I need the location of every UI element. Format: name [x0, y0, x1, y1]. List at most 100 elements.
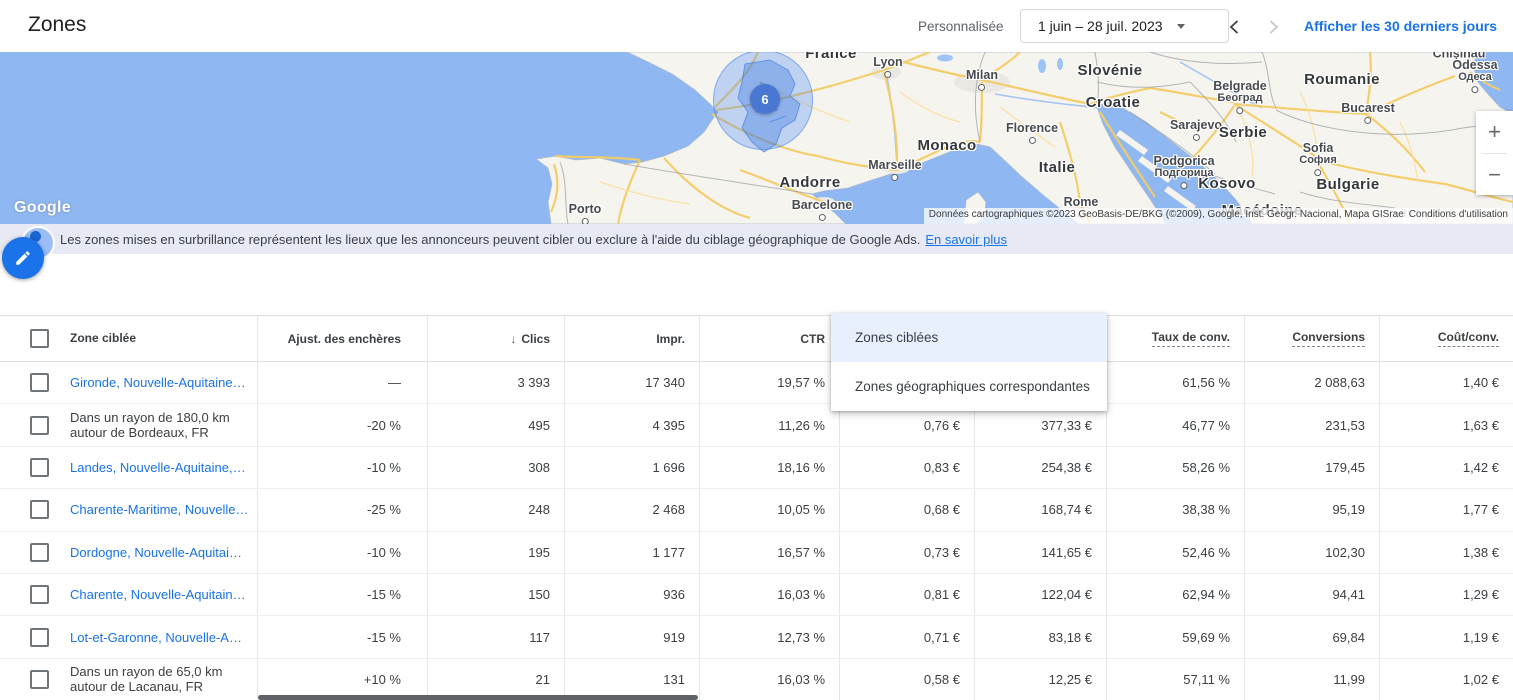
row-checkbox-cell [0, 362, 60, 403]
row-checkbox-cell [0, 489, 60, 530]
row-checkbox-cell [0, 659, 60, 700]
info-banner: Les zones mises en surbrillance représen… [0, 224, 1513, 254]
cell-conv: 95,19 [1245, 489, 1380, 531]
table-row: Landes, Nouvelle-Aquitaine, France -10 %3… [0, 446, 1513, 490]
zone-link[interactable]: Lot-et-Garonne, Nouvelle-Aquitaine,... [70, 630, 249, 645]
cell-cout: 122,04 € [975, 573, 1107, 616]
date-range-type-label: Personnalisée [918, 19, 1004, 34]
map-zoom-control: + − [1476, 111, 1513, 195]
dropdown-item-matching-zones[interactable]: Zones géographiques correspondantes [831, 362, 1107, 411]
cell-taux: 52,46 % [1107, 531, 1245, 573]
edit-button[interactable] [2, 237, 44, 279]
chevron-down-icon [1176, 23, 1185, 29]
column-header-conversions[interactable]: Conversions [1245, 316, 1380, 361]
cell-conv: 69,84 [1245, 616, 1380, 658]
row-checkbox[interactable] [30, 627, 49, 647]
cell-bid: -10 % [258, 446, 428, 489]
pencil-icon [16, 251, 30, 265]
cell-bid: -20 % [258, 404, 428, 446]
row-checkbox[interactable] [30, 373, 49, 393]
cell-impr: 131 [565, 658, 700, 700]
zone-cell: Dans un rayon de 180,0 km autour de Bord… [60, 404, 258, 446]
zone-link[interactable]: Charente, Nouvelle-Aquitaine, France [70, 587, 249, 602]
zone-text: Dans un rayon de 65,0 km autour de Lacan… [70, 664, 223, 695]
column-header-zone[interactable]: Zone ciblée [60, 316, 258, 361]
cell-impr: 2 468 [565, 489, 700, 531]
column-header-ctr[interactable]: CTR [700, 316, 840, 361]
cell-clics: 117 [428, 616, 565, 658]
cell-ctr: 16,03 % [700, 658, 840, 700]
next-period-button[interactable] [1261, 14, 1287, 40]
table-row: Charente-Maritime, Nouvelle-Aquita... -25… [0, 489, 1513, 532]
google-ads-zones-page: Zones Personnalisée 1 juin – 28 juil. 20… [0, 0, 1513, 700]
row-checkbox[interactable] [30, 669, 49, 689]
show-last-30-days-link[interactable]: Afficher les 30 derniers jours [1304, 18, 1497, 34]
cell-clics: 3 393 [428, 362, 565, 404]
row-checkbox-cell [0, 404, 60, 445]
table-row: Dordogne, Nouvelle-Aquitaine, Fran... -10… [0, 531, 1513, 574]
table-row: Charente, Nouvelle-Aquitaine, France -15 … [0, 573, 1513, 617]
cell-bid: — [258, 362, 428, 404]
zone-text: Dans un rayon de 180,0 km autour de Bord… [70, 410, 230, 441]
chevron-right-icon [1269, 20, 1279, 34]
zoom-out-button[interactable]: − [1476, 154, 1513, 196]
cell-ctr: 16,03 % [700, 573, 840, 616]
cell-bid: -15 % [258, 616, 428, 658]
table-header-row: Zone ciblée Ajust. des enchères ↓ Clics … [0, 316, 1513, 362]
sort-descending-icon: ↓ [510, 331, 517, 346]
cell-cpc: 0,73 € [840, 531, 975, 573]
cell-conv: 179,45 [1245, 446, 1380, 489]
cell-cpc: 0,71 € [840, 616, 975, 658]
cell-taux: 57,11 % [1107, 658, 1245, 700]
zoom-in-button[interactable]: + [1476, 111, 1513, 153]
zone-cell: Dans un rayon de 65,0 km autour de Lacan… [60, 658, 258, 700]
select-all-checkbox[interactable] [30, 329, 49, 348]
cell-impr: 1 177 [565, 531, 700, 573]
zone-link[interactable]: Gironde, Nouvelle-Aquitaine, France [70, 375, 249, 390]
row-checkbox[interactable] [30, 585, 49, 605]
cell-taux: 62,94 % [1107, 573, 1245, 616]
zone-link[interactable]: Dordogne, Nouvelle-Aquitaine, Fran... [70, 545, 249, 560]
zone-link[interactable]: Landes, Nouvelle-Aquitaine, France [70, 460, 249, 475]
cell-clics: 195 [428, 531, 565, 573]
column-header-cost-per-conv[interactable]: Coût/conv. [1380, 316, 1513, 361]
cell-coutconv: 1,42 € [1462, 459, 1499, 475]
zone-cell: Landes, Nouvelle-Aquitaine, France [60, 446, 258, 489]
cell-clics: 495 [428, 404, 565, 446]
cell-coutconv: 1,38 € [1462, 544, 1499, 560]
row-checkbox-cell [0, 616, 60, 657]
map-terms-link[interactable]: Conditions d'utilisation [1403, 208, 1513, 224]
cell-impr: 919 [565, 616, 700, 658]
column-header-impressions[interactable]: Impr. [565, 316, 700, 361]
cell-bid: -15 % [258, 573, 428, 616]
cell-clics: 308 [428, 446, 565, 489]
map-attribution: Données cartographiques ©2023 GeoBasis-D… [923, 208, 1411, 224]
cell-ctr: 18,16 % [700, 446, 840, 489]
horizontal-scrollbar-thumb[interactable] [258, 695, 698, 700]
map-canvas[interactable]: France Chișinău Lyon Odessa Одеса Milan Slovén… [0, 52, 1513, 224]
table-row: Gironde, Nouvelle-Aquitaine, France —3 39… [0, 362, 1513, 405]
learn-more-link[interactable]: En savoir plus [925, 232, 1007, 247]
cell-taux: 58,26 % [1107, 446, 1245, 489]
page-title: Zones [28, 13, 87, 36]
cell-cout: 254,38 € [975, 446, 1107, 489]
row-checkbox[interactable] [30, 457, 49, 477]
column-header-conv-rate[interactable]: Taux de conv. [1107, 316, 1245, 361]
previous-period-button[interactable] [1221, 14, 1247, 40]
table-body: Gironde, Nouvelle-Aquitaine, France —3 39… [0, 362, 1513, 700]
cell-bid: +10 % [258, 658, 428, 700]
cell-conv: 94,41 [1245, 573, 1380, 616]
column-header-clicks[interactable]: ↓ Clics [428, 316, 565, 361]
row-checkbox[interactable] [30, 542, 49, 562]
cell-coutconv: 1,02 € [1462, 671, 1499, 687]
google-maps-logo: Google [14, 199, 71, 216]
cell-coutconv: 1,40 € [1462, 375, 1499, 391]
cell-conv: 2 088,63 [1245, 362, 1380, 404]
zone-link[interactable]: Charente-Maritime, Nouvelle-Aquita... [70, 502, 249, 517]
map-cluster-marker[interactable]: 6 [750, 84, 780, 114]
row-checkbox[interactable] [30, 415, 49, 435]
row-checkbox[interactable] [30, 500, 49, 520]
dropdown-item-targeted-zones[interactable]: Zones ciblées [831, 313, 1107, 362]
date-range-picker[interactable]: 1 juin – 28 juil. 2023 [1020, 9, 1229, 43]
column-header-bid-adjustment[interactable]: Ajust. des enchères [258, 316, 428, 361]
